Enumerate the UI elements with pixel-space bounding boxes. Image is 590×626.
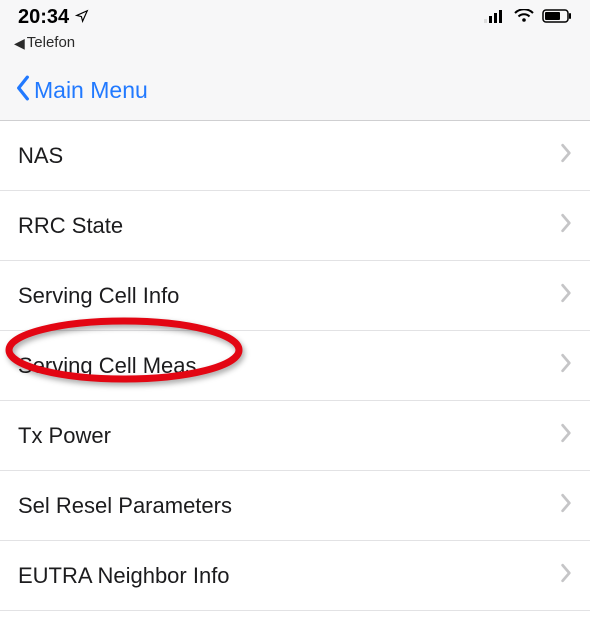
location-icon [75,6,89,29]
battery-icon [542,6,572,29]
list-item-label: Serving Cell Meas [18,353,197,379]
wifi-icon [514,6,534,29]
list-item-label: RRC State [18,213,123,239]
menu-list: NAS RRC State Serving Cell Info Serving … [0,121,590,611]
list-item-nas[interactable]: NAS [0,121,590,191]
chevron-right-icon [560,423,572,449]
list-item-rrc-state[interactable]: RRC State [0,191,590,261]
nav-back-title: Main Menu [34,77,148,104]
list-item-label: Serving Cell Info [18,283,179,309]
cellular-icon [484,6,506,29]
list-item-serving-cell-meas[interactable]: Serving Cell Meas [0,331,590,401]
list-item-label: Sel Resel Parameters [18,493,232,519]
list-item-tx-power[interactable]: Tx Power [0,401,590,471]
list-item-label: EUTRA Neighbor Info [18,563,230,589]
chevron-right-icon [560,213,572,239]
chevron-left-icon [14,75,32,106]
chevron-right-icon [560,353,572,379]
chevron-right-icon [560,143,572,169]
status-bar: 20:34 [0,0,590,34]
list-item-label: NAS [18,143,63,169]
chevron-right-icon [560,283,572,309]
list-item-eutra-neighbor-info[interactable]: EUTRA Neighbor Info [0,541,590,611]
status-left: 20:34 [18,6,89,29]
list-item-sel-resel-parameters[interactable]: Sel Resel Parameters [0,471,590,541]
header: 20:34 ◀ Telefon Main Menu [0,0,590,121]
back-caret-icon: ◀ [14,36,25,50]
status-time: 20:34 [18,6,69,29]
back-to-app[interactable]: ◀ Telefon [0,34,590,55]
list-item-label: Tx Power [18,423,111,449]
chevron-right-icon [560,563,572,589]
back-app-label: Telefon [27,34,75,51]
chevron-right-icon [560,493,572,519]
list-item-serving-cell-info[interactable]: Serving Cell Info [0,261,590,331]
nav-back[interactable]: Main Menu [0,55,590,120]
status-right [484,6,572,29]
